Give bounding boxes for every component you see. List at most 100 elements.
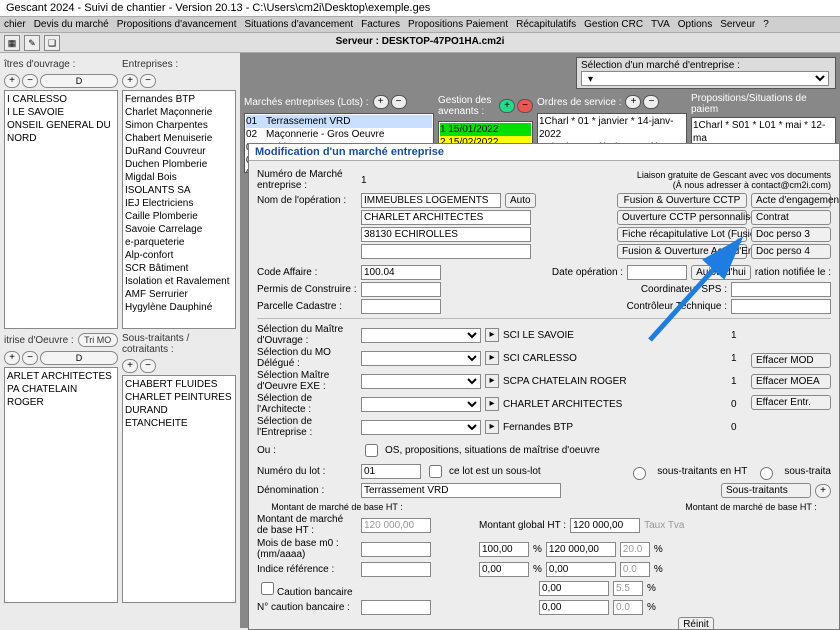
nom-op-input[interactable]: [361, 193, 501, 208]
sous-list[interactable]: CHABERT FLUIDES CHARLET PEINTURES DURAND…: [122, 375, 236, 603]
st-ht-radio[interactable]: [633, 467, 646, 480]
effacer-mod-button[interactable]: Effacer MOD: [751, 353, 831, 368]
remove-button[interactable]: −: [140, 359, 156, 373]
list-item[interactable]: Duchen Plomberie: [125, 158, 233, 171]
contrat-button[interactable]: Contrat: [751, 210, 831, 225]
os-checkbox[interactable]: [365, 444, 378, 457]
list-item[interactable]: ARLET ARCHITECTES: [7, 370, 115, 383]
coord-input[interactable]: [731, 282, 831, 297]
d-button[interactable]: D: [40, 351, 118, 365]
add-button[interactable]: +: [122, 359, 138, 373]
doc3-button[interactable]: Doc perso 3: [751, 227, 831, 242]
list-item[interactable]: Fernandes BTP: [125, 93, 233, 106]
list-item[interactable]: DuRand Couvreur: [125, 145, 233, 158]
remove-button[interactable]: −: [22, 74, 38, 88]
addr1-input[interactable]: [361, 210, 531, 225]
effacer-entr-button[interactable]: Effacer Entr.: [751, 395, 831, 410]
arrow-button[interactable]: ▸: [485, 397, 499, 411]
code-affaire-input[interactable]: [361, 265, 441, 280]
list-item[interactable]: Charlet Maçonnerie: [125, 106, 233, 119]
sel-ent-dropdown[interactable]: ▾: [581, 71, 829, 86]
ncaution-input[interactable]: [361, 600, 431, 615]
fusion-cctp-button[interactable]: Fusion & Ouverture CCTP: [617, 193, 747, 208]
menu-item[interactable]: Récapitulatifs: [516, 19, 576, 30]
date-op-input[interactable]: [627, 265, 687, 280]
arrow-button[interactable]: ▸: [485, 351, 499, 365]
denom-input[interactable]: [361, 483, 561, 498]
maitres-list[interactable]: I CARLESSO I LE SAVOIE ONSEIL GENERAL DU…: [4, 90, 118, 329]
lot-row[interactable]: 02Maçonnerie - Gros Oeuvre: [246, 128, 432, 141]
list-item[interactable]: ISOLANTS SA: [125, 184, 233, 197]
open-cctp-button[interactable]: Ouverture CCTP personnalisé: [617, 210, 747, 225]
ncaution2-input[interactable]: [539, 600, 609, 615]
st-radio[interactable]: [760, 467, 773, 480]
mois-pc-input[interactable]: [479, 542, 529, 557]
avenant-row[interactable]: 1 15/01/2022: [440, 123, 531, 136]
remove-ordre-button[interactable]: −: [643, 95, 659, 109]
sel-mod-dropdown[interactable]: [361, 351, 481, 366]
remove-button[interactable]: −: [22, 351, 38, 365]
remove-avenant-button[interactable]: −: [517, 99, 533, 113]
list-item[interactable]: Caille Plomberie: [125, 210, 233, 223]
souslot-checkbox[interactable]: [429, 465, 442, 478]
list-item[interactable]: CHABERT FLUIDES: [125, 378, 233, 391]
list-item[interactable]: I LE SAVOIE: [7, 106, 115, 119]
list-item[interactable]: AMF Serrurier: [125, 288, 233, 301]
addr2-input[interactable]: [361, 227, 531, 242]
effacer-moea-button[interactable]: Effacer MOEA: [751, 374, 831, 389]
aujourdhui-button[interactable]: Aujourd'hui: [691, 265, 751, 280]
reinit-button[interactable]: Réinit: [678, 617, 714, 630]
add-lot-button[interactable]: +: [373, 95, 389, 109]
menu-item[interactable]: Propositions d'avancement: [117, 19, 237, 30]
add-ordre-button[interactable]: +: [625, 95, 641, 109]
lot-row[interactable]: 01Terrassement VRD: [246, 115, 432, 128]
list-item[interactable]: Hygylène Dauphiné: [125, 301, 233, 314]
sel-mo-dropdown[interactable]: [361, 328, 481, 343]
remove-button[interactable]: −: [140, 74, 156, 88]
sel-archi-dropdown[interactable]: [361, 397, 481, 412]
sel-entr-dropdown[interactable]: [361, 420, 481, 435]
addr3-input[interactable]: [361, 244, 531, 259]
moe-list[interactable]: ARLET ARCHITECTES PA CHATELAIN ROGER: [4, 367, 118, 603]
permis-input[interactable]: [361, 282, 441, 297]
menu-item[interactable]: Factures: [361, 19, 400, 30]
ordre-row[interactable]: 1Charl * 01 * janvier * 14-janv-2022: [539, 115, 685, 141]
entreprises-list[interactable]: Fernandes BTP Charlet Maçonnerie Simon C…: [122, 90, 236, 329]
list-item[interactable]: IEJ Electriciens: [125, 197, 233, 210]
menu-item[interactable]: chier: [4, 19, 26, 30]
list-item[interactable]: DURAND ETANCHEITE: [125, 404, 233, 430]
parcelle-input[interactable]: [361, 299, 441, 314]
list-item[interactable]: PA CHATELAIN ROGER: [7, 383, 115, 409]
indice2-input[interactable]: [546, 562, 616, 577]
add-button[interactable]: +: [4, 351, 20, 365]
list-item[interactable]: CHARLET PEINTURES: [125, 391, 233, 404]
list-item[interactable]: SCR Bâtiment: [125, 262, 233, 275]
contr-input[interactable]: [731, 299, 831, 314]
indice-input[interactable]: [361, 562, 431, 577]
list-item[interactable]: Chabert Menuiserie: [125, 132, 233, 145]
add-st-button[interactable]: +: [815, 484, 831, 498]
auto-button[interactable]: Auto: [505, 193, 536, 208]
menu-item[interactable]: ?: [763, 19, 769, 30]
list-item[interactable]: Simon Charpentes: [125, 119, 233, 132]
menu-item[interactable]: Propositions Paiement: [408, 19, 508, 30]
menu-item[interactable]: Situations d'avancement: [244, 19, 353, 30]
doc4-button[interactable]: Doc perso 4: [751, 244, 831, 259]
mois-input[interactable]: [361, 542, 431, 557]
add-avenant-button[interactable]: +: [499, 99, 515, 113]
tri-button[interactable]: Tri MO: [78, 333, 118, 347]
menu-item[interactable]: Devis du marché: [34, 19, 109, 30]
list-item[interactable]: ONSEIL GENERAL DU NORD: [7, 119, 115, 145]
arrow-button[interactable]: ▸: [485, 328, 499, 342]
numlot-input[interactable]: [361, 464, 421, 479]
arrow-button[interactable]: ▸: [485, 420, 499, 434]
list-item[interactable]: Alp-confort: [125, 249, 233, 262]
list-item[interactable]: e-parqueterie: [125, 236, 233, 249]
list-item[interactable]: Savoie Carrelage: [125, 223, 233, 236]
mois2-input[interactable]: [546, 542, 616, 557]
mglobal-input[interactable]: [570, 518, 640, 533]
remove-lot-button[interactable]: −: [391, 95, 407, 109]
add-button[interactable]: +: [4, 74, 20, 88]
d-button[interactable]: D: [40, 74, 118, 88]
list-item[interactable]: Migdal Bois: [125, 171, 233, 184]
